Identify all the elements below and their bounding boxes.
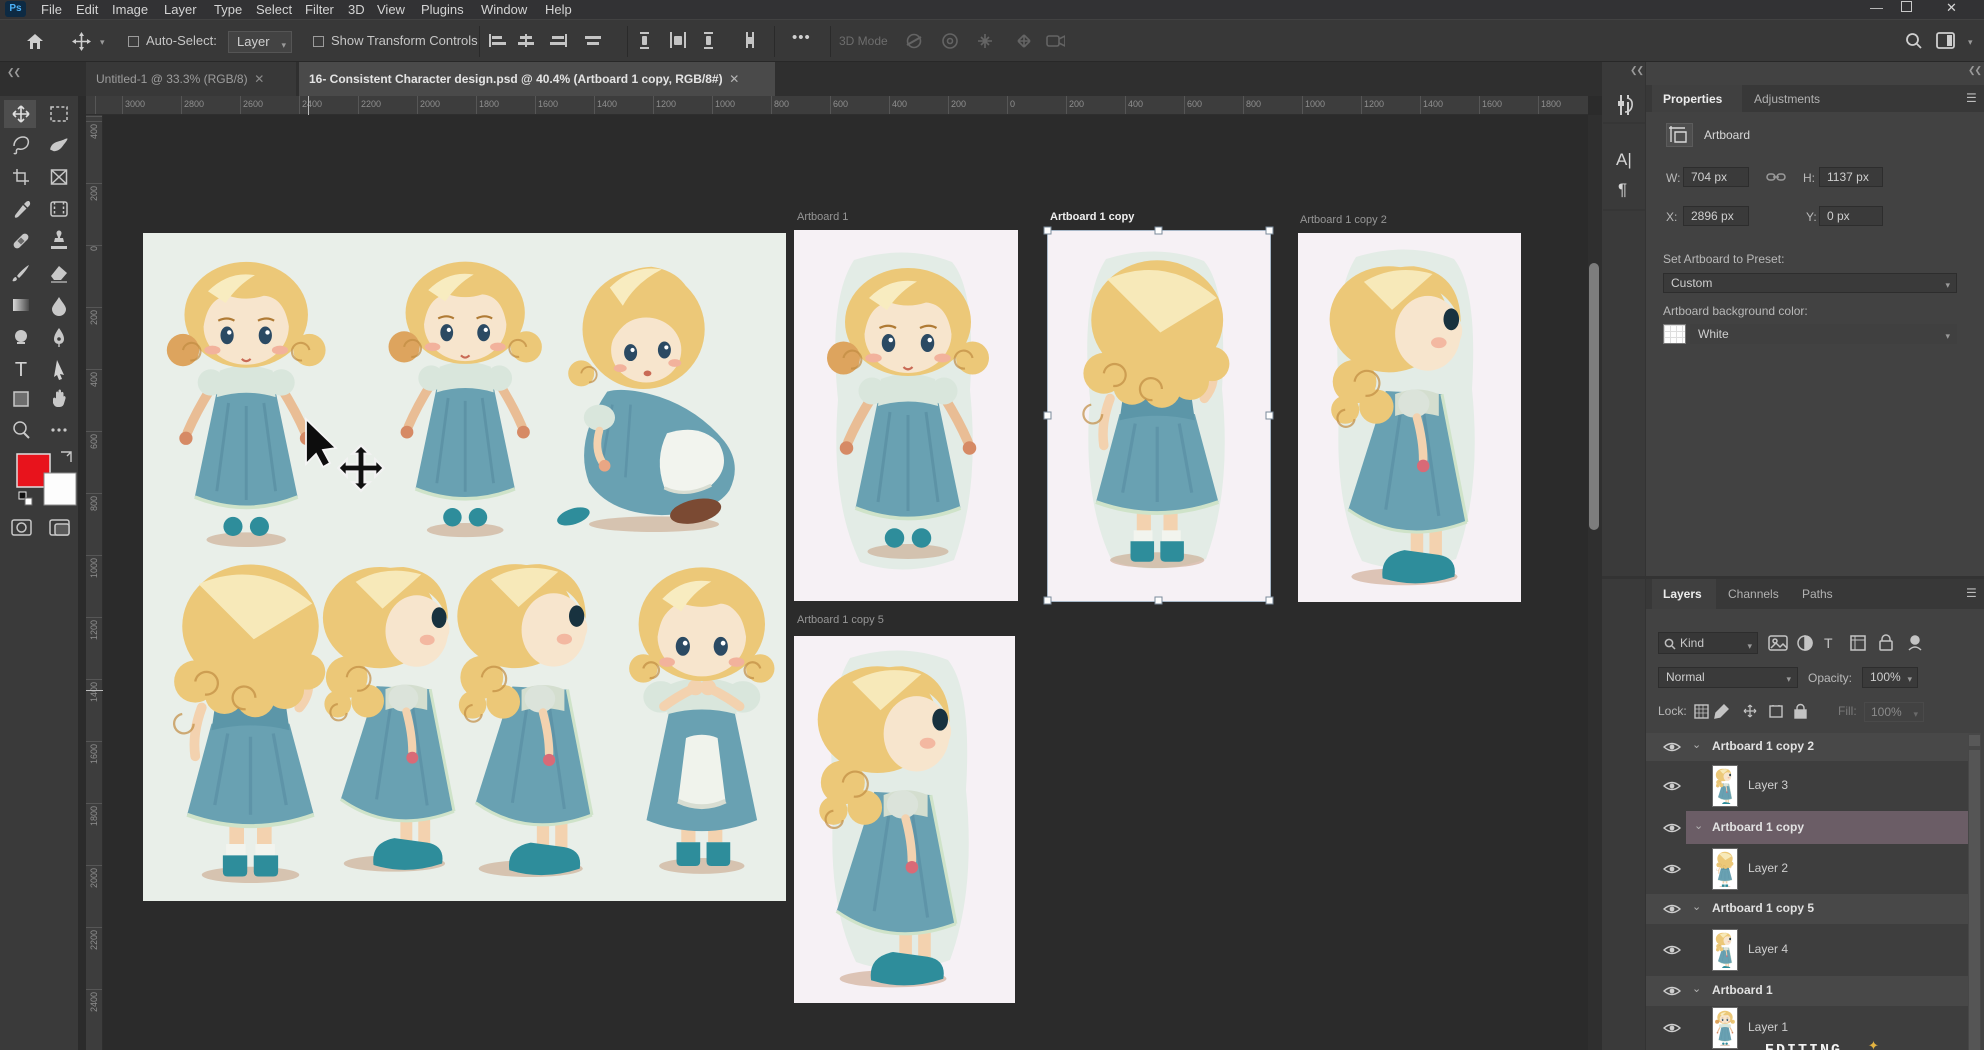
svg-text:T: T: [15, 359, 27, 381]
svg-text:¶: ¶: [1618, 180, 1627, 199]
svg-text:A|: A|: [1616, 150, 1632, 169]
svg-text:T: T: [1824, 635, 1833, 651]
